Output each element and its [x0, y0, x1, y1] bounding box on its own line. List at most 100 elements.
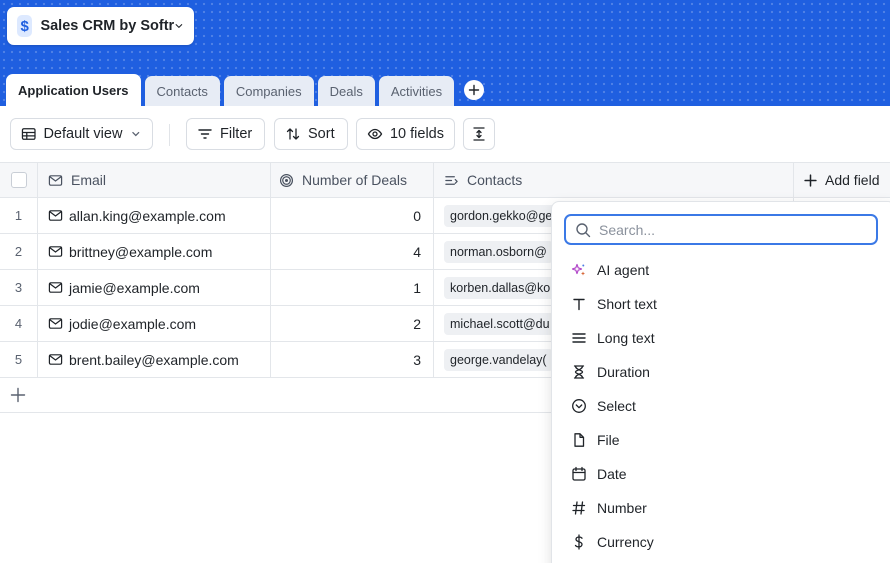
tab-companies[interactable]: Companies [223, 76, 314, 106]
field-type-currency[interactable]: Currency [552, 525, 890, 559]
lines-icon [572, 333, 586, 343]
text-t-icon [573, 298, 585, 311]
sort-icon [286, 128, 300, 140]
row-number: 3 [14, 280, 23, 295]
field-type-label: File [597, 432, 620, 448]
table-tabs: Application Users Contacts Companies Dea… [6, 74, 485, 106]
mail-icon [48, 210, 63, 221]
field-type-label: Number [597, 500, 647, 516]
row-number: 2 [14, 244, 23, 259]
field-type-ai-agent[interactable]: AI agent [552, 253, 890, 287]
field-type-duration[interactable]: Duration [552, 355, 890, 389]
grid-header-row: Email Number of Deals Contacts Add field [0, 162, 890, 198]
deals-cell[interactable]: 2 [271, 306, 434, 341]
deals-cell[interactable]: 0 [271, 198, 434, 233]
select-all-checkbox[interactable] [10, 172, 27, 188]
row-number-cell: 1 [0, 198, 38, 233]
mail-icon [48, 354, 63, 365]
email-value: jodie@example.com [69, 315, 197, 332]
app-switcher-button[interactable]: $ Sales CRM by Softr [7, 7, 194, 45]
hourglass-icon [573, 365, 585, 379]
add-tab-button[interactable] [464, 80, 485, 100]
field-type-file[interactable]: File [552, 423, 890, 457]
row-height-icon [473, 127, 485, 141]
row-number-cell: 2 [0, 234, 38, 269]
field-type-list: AI agent Short text Long text Duration S… [552, 253, 890, 559]
contact-chip: george.vandelay( [444, 348, 553, 371]
plus-icon [468, 84, 480, 96]
dollar-icon [574, 534, 583, 550]
sort-label: Sort [308, 126, 335, 142]
view-selector-label: Default view [43, 126, 123, 142]
field-type-label: Select [597, 398, 636, 414]
field-search-input[interactable] [599, 221, 859, 238]
row-number: 4 [14, 316, 23, 331]
email-value: brittney@example.com [69, 243, 213, 260]
add-row-plus-icon[interactable] [10, 387, 26, 403]
deals-cell[interactable]: 1 [271, 270, 434, 305]
filter-icon [198, 129, 212, 139]
field-type-short-text[interactable]: Short text [552, 287, 890, 321]
field-type-label: Currency [597, 534, 654, 550]
deals-cell[interactable]: 3 [271, 342, 434, 377]
fields-visibility-button[interactable]: 10 fields [356, 118, 455, 150]
email-value: jamie@example.com [69, 279, 200, 296]
email-cell[interactable]: allan.king@example.com [38, 198, 271, 233]
deals-value: 1 [413, 279, 421, 296]
field-type-date[interactable]: Date [552, 457, 890, 491]
add-field-button[interactable]: Add field [794, 163, 890, 197]
deals-value: 0 [413, 207, 421, 224]
chevron-down-icon [175, 24, 183, 28]
mail-icon [48, 246, 63, 257]
field-type-label: AI agent [597, 262, 650, 278]
sort-button[interactable]: Sort [274, 118, 348, 150]
hash-icon [572, 501, 586, 515]
add-field-label: Add field [825, 172, 880, 188]
field-type-select[interactable]: Select [552, 389, 890, 423]
tab-deals[interactable]: Deals [317, 76, 375, 106]
chevron-circle-icon [572, 399, 586, 413]
email-cell[interactable]: jamie@example.com [38, 270, 271, 305]
sparkle-icon [571, 263, 585, 276]
column-header-contacts[interactable]: Contacts [434, 163, 794, 197]
linked-record-icon [445, 175, 458, 185]
tab-contacts[interactable]: Contacts [144, 76, 220, 106]
rollup-icon [279, 173, 294, 187]
mail-icon [48, 282, 63, 293]
top-header: $ Sales CRM by Softr Application Users C… [0, 0, 890, 106]
row-number: 5 [14, 352, 23, 367]
select-all-cell [0, 163, 38, 197]
column-header-label: Contacts [467, 172, 523, 188]
column-header-email[interactable]: Email [38, 163, 271, 197]
search-icon [576, 222, 591, 237]
row-number: 1 [14, 208, 23, 223]
deals-value: 2 [413, 315, 421, 332]
field-type-label: Date [597, 466, 627, 482]
email-value: brent.bailey@example.com [69, 351, 239, 368]
dollar-logo-icon: $ [17, 15, 33, 37]
row-number-cell: 4 [0, 306, 38, 341]
email-cell[interactable]: brent.bailey@example.com [38, 342, 271, 377]
contact-chip: michael.scott@du [444, 312, 556, 335]
field-type-number[interactable]: Number [552, 491, 890, 525]
row-number-cell: 5 [0, 342, 38, 377]
contact-chip: korben.dallas@ko [444, 276, 557, 299]
email-cell[interactable]: brittney@example.com [38, 234, 271, 269]
view-selector-button[interactable]: Default view [10, 118, 153, 150]
tab-activities[interactable]: Activities [378, 76, 455, 106]
field-type-long-text[interactable]: Long text [552, 321, 890, 355]
email-cell[interactable]: jodie@example.com [38, 306, 271, 341]
column-header-label: Number of Deals [302, 172, 408, 188]
mail-icon [48, 174, 63, 186]
fields-label: 10 fields [389, 126, 444, 142]
mail-icon [48, 318, 63, 329]
field-search-box[interactable] [564, 214, 878, 245]
deals-cell[interactable]: 4 [271, 234, 434, 269]
plus-icon [804, 173, 817, 187]
filter-button[interactable]: Filter [186, 118, 265, 150]
tab-application-users[interactable]: Application Users [6, 74, 141, 106]
row-height-button[interactable] [463, 118, 495, 150]
column-header-number-of-deals[interactable]: Number of Deals [271, 163, 434, 197]
add-field-dropdown: AI agent Short text Long text Duration S… [551, 201, 890, 563]
deals-value: 4 [413, 243, 421, 260]
